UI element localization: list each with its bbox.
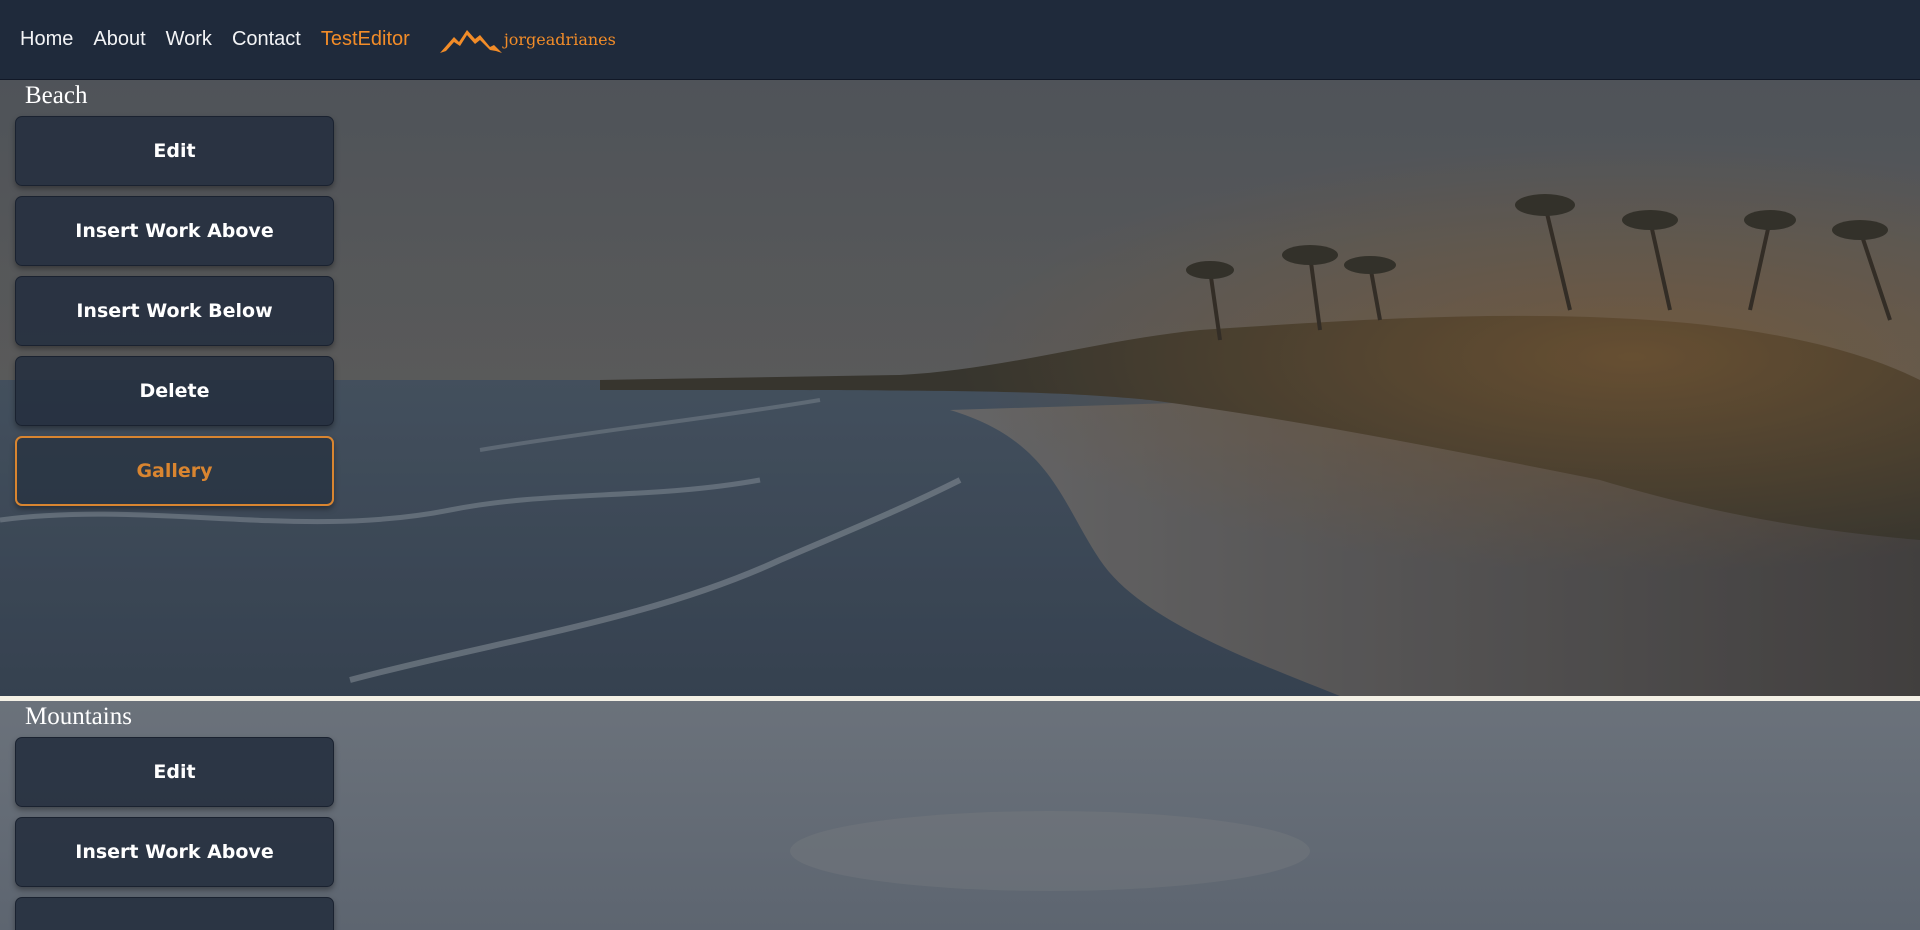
work-section-mountains: Mountains Edit Insert Work Above [0, 701, 1920, 930]
mountain-logo-icon [439, 29, 502, 53]
nav-link-about[interactable]: About [93, 28, 145, 51]
nav-link-work[interactable]: Work [166, 28, 212, 51]
nav-link-home[interactable]: Home [20, 28, 73, 51]
mountains-background-image [0, 701, 1920, 930]
top-navbar: Home About Work Contact TestEditor jorge… [0, 0, 1920, 80]
site-logo[interactable]: jorgeadrianes [439, 27, 616, 53]
work-title: Mountains [25, 703, 132, 730]
logo-text: jorgeadrianes [503, 30, 616, 49]
edit-button[interactable]: Edit [15, 116, 334, 186]
work-title: Beach [25, 82, 88, 109]
insert-work-above-button[interactable]: Insert Work Above [15, 817, 334, 887]
edit-button[interactable]: Edit [15, 737, 334, 807]
delete-button[interactable]: Delete [15, 356, 334, 426]
insert-work-below-button-partial[interactable] [15, 897, 334, 930]
insert-work-below-button[interactable]: Insert Work Below [15, 276, 334, 346]
nav-link-testeditor[interactable]: TestEditor [321, 28, 410, 51]
insert-work-above-button[interactable]: Insert Work Above [15, 196, 334, 266]
work-section-beach: Beach Edit Insert Work Above Insert Work… [0, 80, 1920, 696]
nav-link-contact[interactable]: Contact [232, 28, 301, 51]
gallery-button[interactable]: Gallery [15, 436, 334, 506]
